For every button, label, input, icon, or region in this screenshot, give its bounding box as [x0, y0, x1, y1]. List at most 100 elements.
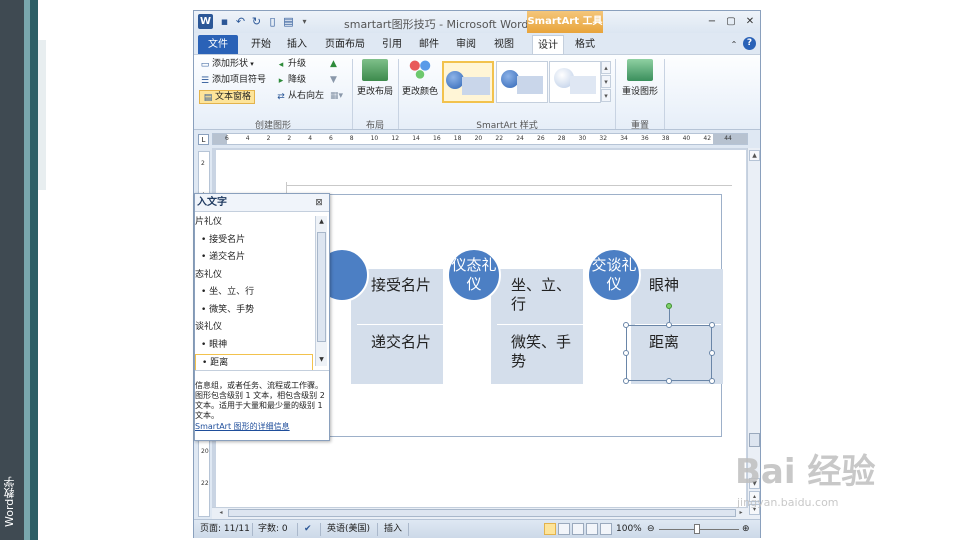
page-indicator[interactable]: 页面: 11/11 [200, 523, 250, 536]
redo-icon[interactable]: ↻ [250, 15, 263, 28]
smartart-style-1[interactable] [442, 61, 494, 103]
group-reset-label: 重置 [630, 121, 649, 131]
undo-icon[interactable]: ↶ [234, 15, 247, 28]
heading-circle[interactable]: 交谈礼仪 [587, 248, 641, 302]
resize-handle[interactable] [623, 350, 629, 356]
list-item-text[interactable]: 递交名片 [357, 326, 443, 382]
move-up-icon[interactable]: ▲ [330, 58, 337, 70]
zoom-in-icon[interactable]: ⊕ [742, 523, 750, 536]
tab-mailings[interactable]: 邮件 [414, 35, 444, 54]
horizontal-scroll-thumb[interactable] [228, 509, 736, 517]
text-pane-button[interactable]: ▤ 文本窗格 [199, 90, 256, 104]
tab-format[interactable]: 格式 [569, 35, 601, 54]
tab-file[interactable]: 文件 [198, 35, 238, 54]
text-pane-item[interactable]: 片礼仪 [195, 214, 313, 231]
smartart-frame[interactable]: 接受名片 递交名片 坐、立、行 微笑、手势 仪态礼仪 眼神 距离 交谈礼仪 [294, 194, 723, 437]
promote-button[interactable]: ◂ 升级 [276, 58, 306, 70]
text-pane-item[interactable]: • 距离 [195, 354, 313, 371]
add-bullet-button[interactable]: ☰ 添加项目符号 [200, 74, 266, 86]
text-pane-scroll-thumb[interactable] [317, 232, 326, 342]
text-pane-scroll-up[interactable]: ▲ [317, 217, 326, 226]
tab-page-layout[interactable]: 页面布局 [320, 35, 370, 54]
text-pane-item[interactable]: • 递交名片 [195, 249, 313, 266]
list-item-text[interactable]: 接受名片 [357, 269, 443, 325]
scroll-up-arrow[interactable]: ▲ [749, 150, 760, 161]
text-pane-item[interactable]: 态礼仪 [195, 267, 313, 284]
list-item-text[interactable]: 眼神 [635, 269, 721, 325]
tab-selector-button[interactable]: L [198, 134, 209, 145]
smartart-style-3[interactable] [549, 61, 601, 103]
collapse-ribbon-icon[interactable]: ⌃ [728, 35, 740, 54]
horizontal-scrollbar[interactable]: ◂ ▸ [212, 507, 748, 519]
print-layout-view-icon[interactable] [544, 523, 556, 535]
customize-quick-access-icon[interactable]: ▾ [298, 15, 311, 28]
draft-view-icon[interactable] [600, 523, 612, 535]
text-pane-item[interactable]: • 微笑、手势 [195, 302, 313, 319]
reset-icon [627, 59, 653, 81]
resize-handle[interactable] [666, 322, 672, 328]
text-pane-item[interactable]: • 眼神 [195, 337, 313, 354]
resize-handle[interactable] [709, 322, 715, 328]
change-colors-button[interactable]: 更改颜色 [400, 59, 440, 97]
move-down-icon[interactable]: ▼ [330, 74, 337, 86]
scroll-left-arrow[interactable]: ◂ [216, 508, 226, 518]
horizontal-ruler[interactable]: 6 4 2 2 4 6 8 10 12 14 16 18 20 22 24 26 28 30 32 34 36 38 40 4… [212, 133, 748, 145]
add-shape-button[interactable]: ▭ 添加形状 ▾ [200, 58, 254, 70]
title-bar: W ▪ ↶ ↻ ▯ ▤ ▾ smartart图形技巧 - Microsoft W… [194, 11, 760, 33]
full-screen-view-icon[interactable] [558, 523, 570, 535]
right-to-left-button[interactable]: ⇄ 从右向左 [276, 90, 324, 102]
side-strip-panel [38, 40, 46, 190]
gallery-more-arrow[interactable]: ▾ [601, 89, 611, 102]
resize-handle[interactable] [623, 322, 629, 328]
resize-handle[interactable] [623, 378, 629, 384]
resize-handle[interactable] [709, 378, 715, 384]
text-pane-item[interactable]: 谈礼仪 [195, 319, 313, 336]
outline-view-icon[interactable] [586, 523, 598, 535]
gallery-up-arrow[interactable]: ▴ [601, 61, 611, 74]
tab-design[interactable]: 设计 [532, 35, 564, 54]
minimize-button[interactable]: − [705, 16, 719, 28]
heading-circle[interactable]: 仪态礼仪 [447, 248, 501, 302]
reset-graphic-button[interactable]: 重设图形 [618, 59, 662, 97]
print-icon[interactable]: ▤ [282, 15, 295, 28]
tab-insert[interactable]: 插入 [282, 35, 312, 54]
web-layout-view-icon[interactable] [572, 523, 584, 535]
tab-home[interactable]: 开始 [246, 35, 276, 54]
restore-button[interactable]: ▢ [724, 16, 738, 28]
language-indicator[interactable]: 英语(美国) [327, 523, 370, 536]
selected-shape-outline[interactable] [626, 325, 712, 381]
text-pane-scroll-down[interactable]: ▼ [317, 355, 326, 364]
demote-button[interactable]: ▸ 降级 [276, 74, 306, 86]
insert-mode-indicator[interactable]: 插入 [384, 523, 402, 536]
help-icon[interactable]: ? [743, 37, 756, 50]
smartart-style-2[interactable] [496, 61, 548, 103]
gallery-down-arrow[interactable]: ▾ [601, 75, 611, 88]
close-icon[interactable]: ⊠ [313, 197, 325, 209]
text-pane-item[interactable]: • 坐、立、行 [195, 284, 313, 301]
ruler-tick-label: 38 [661, 135, 670, 142]
word-count[interactable]: 字数: 0 [258, 523, 288, 536]
text-pane-item[interactable]: • 接受名片 [195, 232, 313, 249]
word-app-icon[interactable]: W [198, 14, 213, 29]
tab-references[interactable]: 引用 [377, 35, 407, 54]
tab-review[interactable]: 审阅 [451, 35, 481, 54]
close-button[interactable]: ✕ [743, 16, 757, 28]
text-pane-scrollbar[interactable]: ▲ ▼ [315, 216, 327, 366]
ruler-tick-label: 42 [703, 135, 712, 142]
list-item-text[interactable]: 坐、立、行 [497, 269, 583, 325]
zoom-out-icon[interactable]: ⊖ [647, 523, 655, 536]
right-to-left-label: 从右向左 [288, 91, 325, 101]
change-layout-button[interactable]: 更改布局 [354, 59, 396, 97]
new-document-icon[interactable]: ▯ [266, 15, 279, 28]
resize-handle[interactable] [666, 378, 672, 384]
layout-option-icon[interactable]: ▦▾ [330, 90, 343, 102]
tab-view[interactable]: 视图 [489, 35, 519, 54]
resize-handle[interactable] [709, 350, 715, 356]
proofing-icon[interactable]: ✔ [304, 523, 312, 536]
zoom-slider-thumb[interactable] [694, 524, 700, 534]
list-item-text[interactable]: 微笑、手势 [497, 326, 583, 382]
scrollbar-thumb[interactable] [749, 433, 760, 447]
smartart-info-link[interactable]: SmartArt 图形的详细信息 [195, 422, 327, 432]
zoom-level[interactable]: 100% [616, 523, 642, 536]
save-icon[interactable]: ▪ [218, 15, 231, 28]
